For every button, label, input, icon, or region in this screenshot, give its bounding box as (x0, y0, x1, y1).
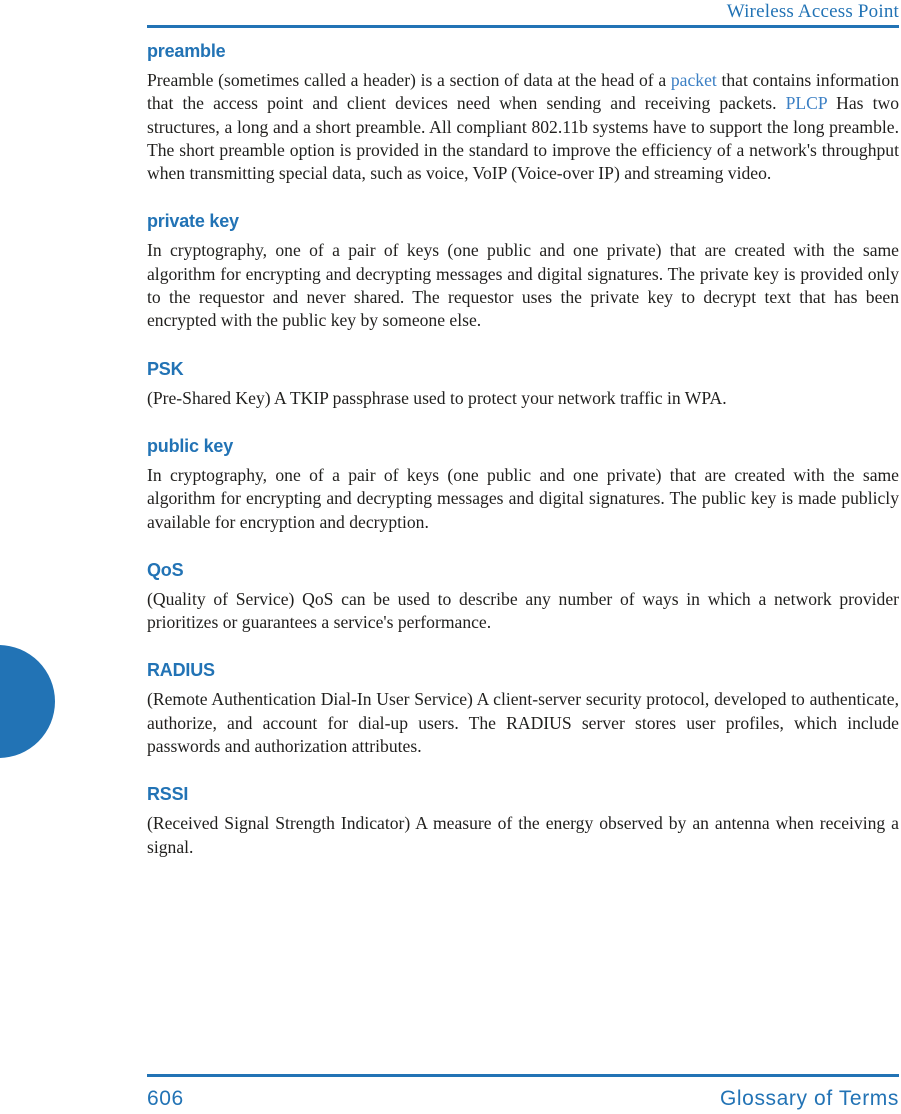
glossary-definition: In cryptography, one of a pair of keys (… (147, 464, 899, 534)
definition-text: (Remote Authentication Dial-In User Serv… (147, 689, 899, 757)
glossary-entry: private key In cryptography, one of a pai… (147, 210, 899, 332)
glossary-term: PSK (147, 358, 184, 379)
page-footer: 606 Glossary of Terms (147, 1086, 899, 1114)
glossary-entry: RADIUS (Remote Authentication Dial-In Use… (147, 659, 899, 758)
page-number: 606 (147, 1087, 184, 1110)
glossary-definition: (Received Signal Strength Indicator) A m… (147, 812, 899, 859)
glossary-definition: (Pre-Shared Key) A TKIP passphrase used … (147, 387, 899, 410)
glossary-term: private key (147, 211, 239, 232)
glossary-term: public key (147, 435, 234, 456)
glossary-definition: (Remote Authentication Dial-In User Serv… (147, 688, 899, 758)
definition-text: In cryptography, one of a pair of keys (… (147, 240, 899, 331)
glossary-entry: public key In cryptography, one of a pair… (147, 435, 899, 534)
definition-text: (Quality of Service) QoS can be used to … (147, 588, 899, 633)
margin-thumb-tab (0, 645, 55, 758)
glossary-definition: Preamble (sometimes called a header) is … (147, 69, 899, 185)
glossary-definition: (Quality of Service) QoS can be used to … (147, 588, 899, 635)
glossary-entry: RSSI (Received Signal Strength Indicator)… (147, 783, 899, 859)
glossary-entry: preamble Preamble (sometimes called a hea… (147, 40, 899, 185)
glossary-term: preamble (147, 41, 226, 61)
page: Wireless Access Point preamble Preamble (… (0, 0, 901, 1114)
definition-text: (Pre-Shared Key) A TKIP passphrase used … (147, 387, 727, 408)
glossary-cross-reference-link[interactable]: PLCP (786, 93, 827, 113)
glossary-column: preamble Preamble (sometimes called a hea… (147, 40, 899, 859)
glossary-term: RADIUS (147, 660, 215, 681)
running-head: Wireless Access Point (726, 1, 899, 22)
header-rule (147, 25, 899, 28)
definition-text: (Received Signal Strength Indicator) A m… (147, 813, 899, 857)
definition-text: Preamble (sometimes called a header) is … (147, 70, 671, 90)
glossary-entry: QoS (Quality of Service) QoS can be used … (147, 559, 899, 635)
glossary-cross-reference-link[interactable]: packet (671, 70, 717, 90)
glossary-entry: PSK (Pre-Shared Key) A TKIP passphrase us… (147, 358, 899, 410)
footer-section-title: Glossary of Terms (719, 1087, 899, 1110)
footer-rule (147, 1074, 899, 1077)
glossary-term: RSSI (147, 784, 189, 805)
definition-text: In cryptography, one of a pair of keys (… (147, 464, 899, 532)
glossary-term: QoS (147, 559, 184, 580)
glossary-definition: In cryptography, one of a pair of keys (… (147, 239, 899, 332)
